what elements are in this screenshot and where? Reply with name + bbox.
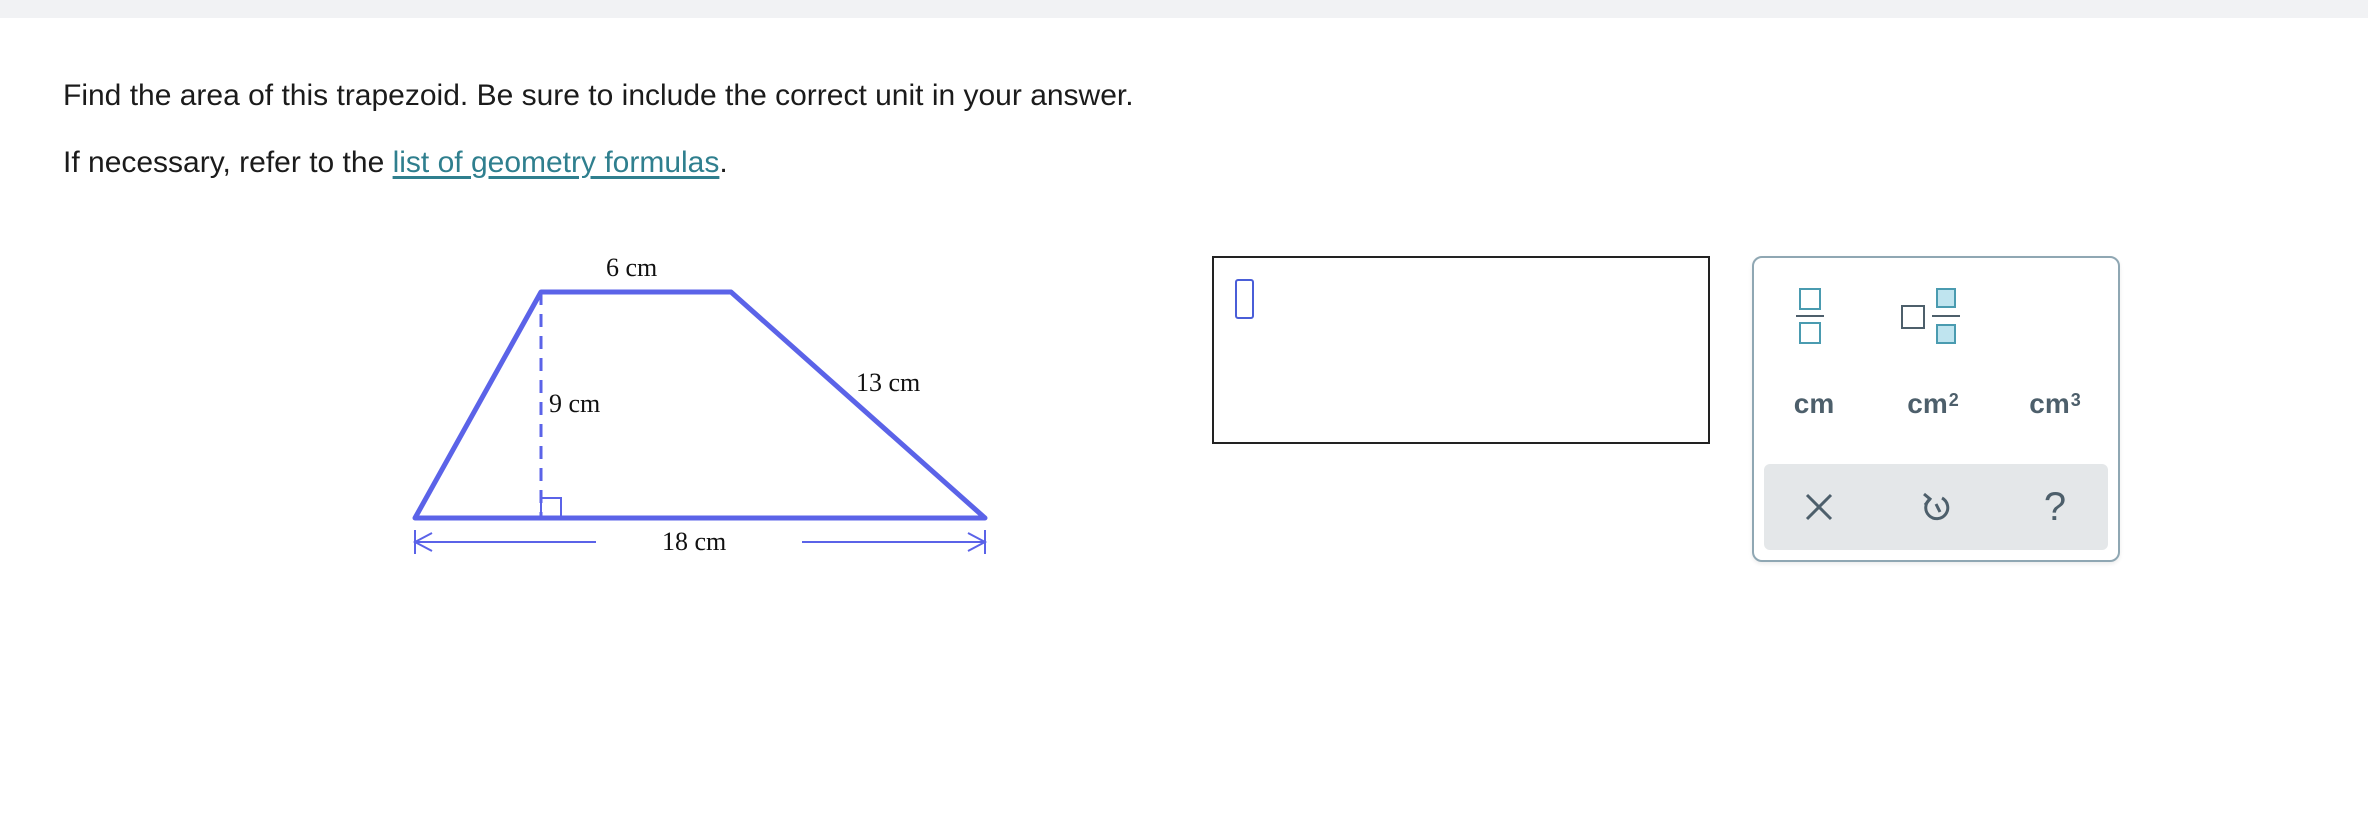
trapezoid-diagram: 6 cm 9 cm 13 cm 18 cm xyxy=(412,253,988,556)
trapezoid-shape xyxy=(412,289,988,521)
help-button[interactable]: ? xyxy=(2022,474,2088,540)
unit-cm-squared-button[interactable]: cm 2 xyxy=(1878,376,1988,432)
unit-cm-cubed-button[interactable]: cm 3 xyxy=(2000,376,2110,432)
fraction-icon xyxy=(1796,288,1824,344)
right-angle-marker xyxy=(540,497,562,519)
help-label: ? xyxy=(2043,484,2067,529)
top-bar xyxy=(0,0,2368,18)
geometry-formulas-link[interactable]: list of geometry formulas xyxy=(393,146,720,179)
close-icon xyxy=(1805,493,1833,521)
answer-input[interactable] xyxy=(1212,256,1710,444)
undo-button[interactable] xyxy=(1903,474,1969,540)
top-base-label: 6 cm xyxy=(606,253,657,282)
undo-icon xyxy=(1923,492,1950,521)
question-text: Find the area of this trapezoid. Be sure… xyxy=(63,79,1134,112)
unit-cm-label: cm xyxy=(1793,388,1835,419)
bottom-base-label: 18 cm xyxy=(662,527,726,556)
mixed-number-icon xyxy=(1901,288,1960,344)
unit-cm2-base: cm xyxy=(1907,388,1948,419)
formula-reference-line: If necessary, refer to the list of geome… xyxy=(63,145,728,181)
answer-cursor-placeholder xyxy=(1235,279,1254,319)
unit-cm3-exponent: 3 xyxy=(2070,389,2081,410)
unit-cm3-base: cm xyxy=(2029,388,2070,419)
unit-cm-button[interactable]: cm xyxy=(1766,376,1862,432)
formula-reference-prefix: If necessary, refer to the xyxy=(63,146,393,179)
fraction-button[interactable] xyxy=(1774,280,1846,352)
height-label: 9 cm xyxy=(549,389,600,418)
mixed-number-button[interactable] xyxy=(1886,280,1976,352)
trapezoid-figure: 6 cm 9 cm 13 cm 18 cm xyxy=(395,240,1015,570)
unit-cm2-exponent: 2 xyxy=(1948,389,1959,410)
slant-side-label: 13 cm xyxy=(856,368,920,397)
clear-button[interactable] xyxy=(1786,474,1852,540)
keypad-action-bar: ? xyxy=(1764,464,2108,550)
math-keypad: cm cm 2 cm 3 ? xyxy=(1752,256,2120,562)
formula-reference-suffix: . xyxy=(719,146,728,179)
